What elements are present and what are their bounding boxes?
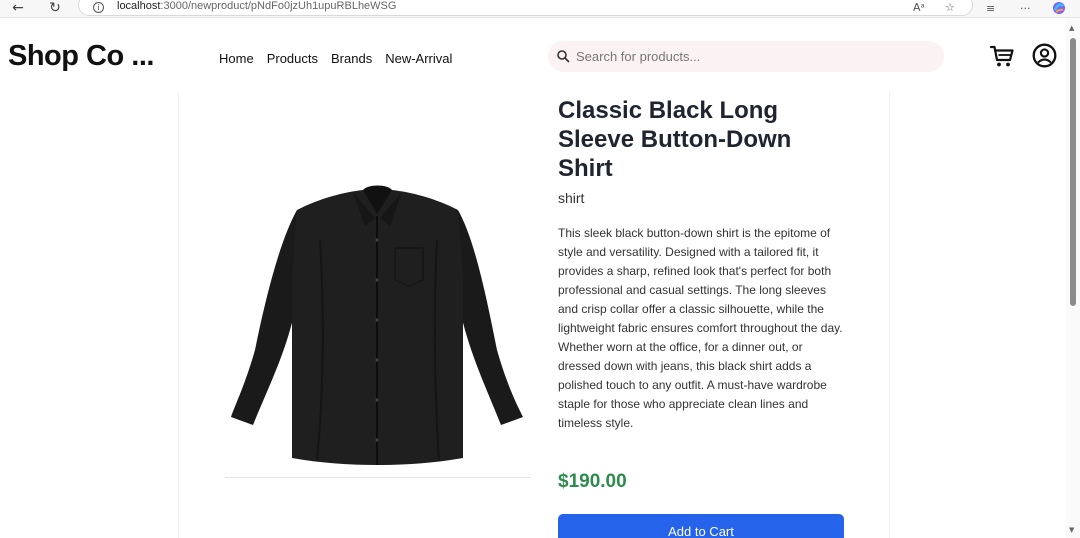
nav-item-home[interactable]: Home bbox=[219, 51, 254, 66]
address-bar[interactable]: i localhost:3000/newproduct/pNdFo0jzUh1u… bbox=[78, 0, 973, 16]
copilot-icon[interactable] bbox=[1052, 0, 1066, 16]
star-icon[interactable]: ☆ bbox=[945, 0, 955, 15]
collections-icon[interactable]: ≡ bbox=[986, 0, 995, 16]
scroll-up-arrow-icon[interactable]: ▲ bbox=[1069, 24, 1074, 32]
site-logo[interactable]: Shop Co ... bbox=[8, 40, 154, 73]
image-divider bbox=[225, 477, 531, 478]
nav-item-brands[interactable]: Brands bbox=[331, 51, 372, 66]
browser-toolbar: ← ↻ i localhost:3000/newproduct/pNdFo0jz… bbox=[0, 0, 1080, 18]
back-arrow-icon[interactable]: ← bbox=[8, 0, 28, 16]
page-scrollbar[interactable]: ▲ ▼ bbox=[1066, 18, 1080, 538]
info-icon[interactable]: i bbox=[93, 2, 104, 13]
url-text[interactable]: localhost:3000/newproduct/pNdFo0jzUh1upu… bbox=[117, 0, 396, 12]
account-icon[interactable] bbox=[1032, 43, 1057, 68]
product-price: $190.00 bbox=[558, 471, 627, 492]
url-host: localhost bbox=[117, 0, 161, 12]
search-input[interactable] bbox=[576, 47, 926, 66]
scroll-thumb[interactable] bbox=[1070, 38, 1076, 306]
read-aloud-icon[interactable]: Aᵃ bbox=[913, 0, 925, 15]
product-image bbox=[231, 185, 523, 465]
product-category: shirt bbox=[558, 190, 585, 206]
cart-icon[interactable] bbox=[989, 43, 1015, 69]
nav-item-new-arrival[interactable]: New-Arrival bbox=[385, 51, 452, 66]
reload-icon[interactable]: ↻ bbox=[45, 0, 65, 16]
product-description: This sleek black button-down shirt is th… bbox=[558, 226, 843, 430]
scroll-down-arrow-icon[interactable]: ▼ bbox=[1069, 526, 1074, 534]
main-nav: Home Products Brands New-Arrival bbox=[219, 51, 452, 66]
add-to-cart-button[interactable]: Add to Cart bbox=[558, 514, 844, 538]
nav-item-products[interactable]: Products bbox=[267, 51, 318, 66]
product-title: Classic Black Long Sleeve Button-Down Sh… bbox=[558, 97, 792, 182]
more-menu-icon[interactable]: ··· bbox=[1020, 0, 1031, 16]
url-path: :3000/newproduct/pNdFo0jzUh1upuRBLheWSG bbox=[160, 0, 397, 12]
search-icon[interactable] bbox=[556, 49, 570, 63]
search-bar bbox=[548, 41, 944, 72]
